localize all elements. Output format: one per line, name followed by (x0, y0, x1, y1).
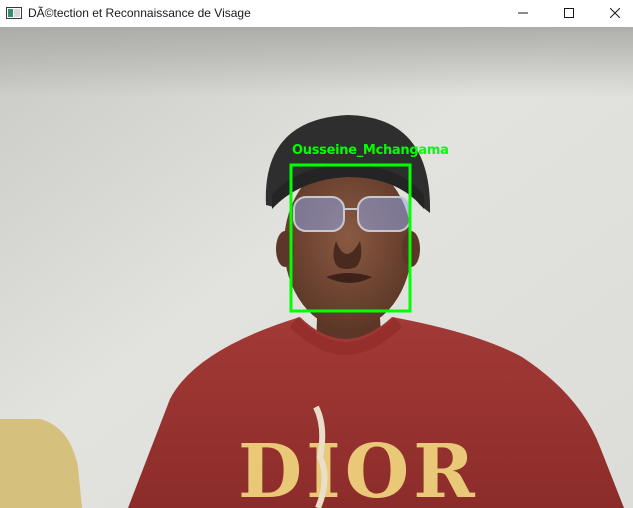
sweater-print: DIOR (238, 429, 479, 508)
maximize-icon (564, 5, 574, 23)
window-title: DÃ©tection et Reconnaissance de Visage (28, 6, 251, 20)
title-bar[interactable]: DÃ©tection et Reconnaissance de Visage (0, 0, 633, 27)
face-detection-label: Ousseine_Mchangama (292, 143, 449, 158)
maximize-button[interactable] (546, 0, 592, 27)
video-frame: DIOR Ousseine_Mchangama (0, 27, 633, 508)
app-window: DÃ©tection et Reconnaissance de Visage D… (0, 0, 633, 508)
ceiling-shadow (0, 27, 633, 97)
close-icon (609, 5, 621, 23)
minimize-icon (518, 5, 528, 23)
camera-scene: DIOR (0, 27, 633, 508)
close-button[interactable] (592, 0, 633, 27)
camera-app-icon (6, 5, 22, 21)
minimize-button[interactable] (500, 0, 546, 27)
